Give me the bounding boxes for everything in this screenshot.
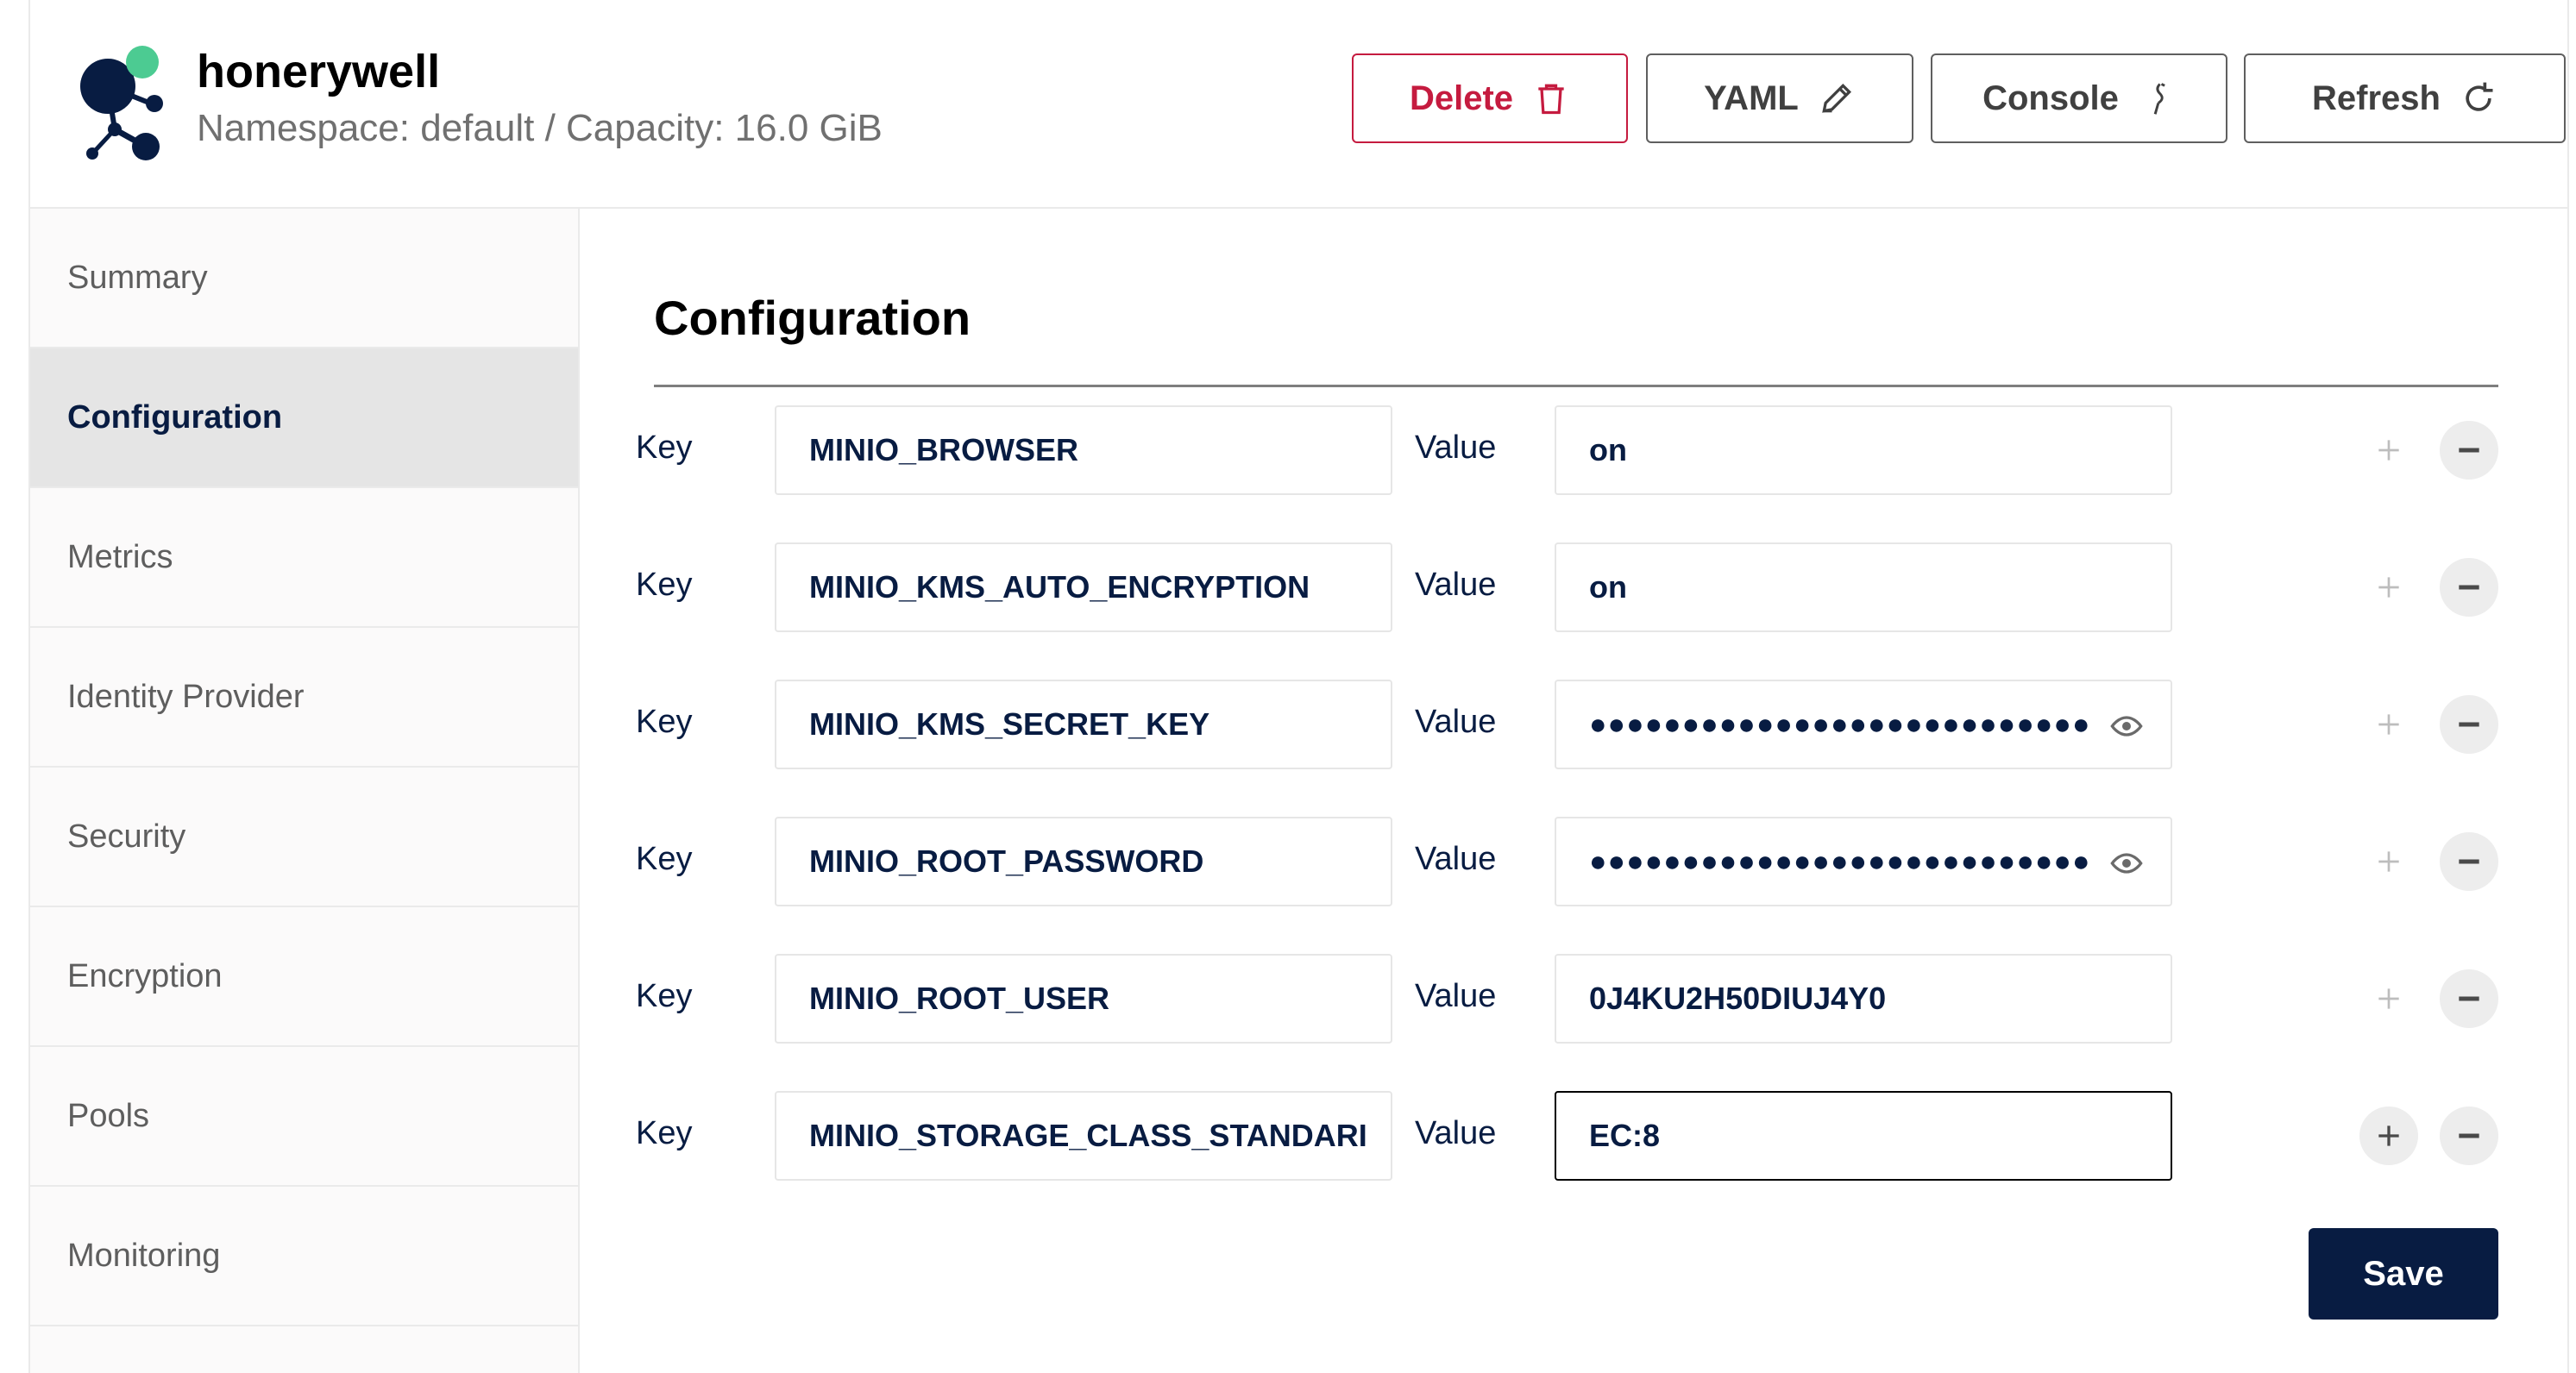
console-icon [2153,83,2165,115]
yaml-button-label: YAML [1704,78,1799,117]
plus-icon [2378,440,2399,461]
console-button-label: Console [1982,78,2119,117]
sidebar-item-monitoring[interactable]: Monitoring [30,1187,578,1326]
eye-icon[interactable] [2108,846,2145,881]
add-row-button[interactable] [2359,558,2418,617]
secret-value-input[interactable]: ●●●●●●●●●●●●●●●●●●●●●●●●●●●●●●●● [1555,817,2172,906]
key-label: Key [636,704,693,740]
tenant-subtitle: Namespace: default / Capacity: 16.0 GiB [197,107,883,149]
delete-button[interactable]: Delete [1352,53,1628,143]
add-row-button[interactable] [2359,421,2418,480]
key-input[interactable]: MINIO_ROOT_USER [775,954,1392,1044]
value-input[interactable]: EC:8 [1555,1091,2172,1181]
value-label: Value [1415,1115,1497,1151]
key-input[interactable]: MINIO_STORAGE_CLASS_STANDARI [775,1091,1392,1181]
minus-icon [2459,722,2479,727]
value-label: Value [1415,841,1497,877]
key-input[interactable]: MINIO_BROWSER [775,405,1392,495]
key-label: Key [636,978,693,1014]
page-header: honerywell Namespace: default / Capacity… [30,0,2567,209]
config-row: Key MINIO_BROWSER Value on [0,405,2576,495]
config-row: Key MINIO_ROOT_PASSWORD Value ●●●●●●●●●●… [0,817,2576,906]
refresh-icon [2466,82,2493,111]
key-label: Key [636,567,693,603]
minus-icon [2459,1133,2479,1138]
minus-icon [2459,996,2479,1001]
plus-icon [2378,1125,2399,1146]
masked-value: ●●●●●●●●●●●●●●●●●●●●●●●●●●●●●●●● [1589,707,2089,741]
remove-row-button[interactable] [2440,1107,2498,1165]
console-button[interactable]: Console [1931,53,2227,143]
plus-icon [2378,851,2399,872]
value-label: Value [1415,429,1497,466]
eye-icon[interactable] [2108,709,2145,743]
tenant-name: honerywell [197,46,441,97]
add-row-button[interactable] [2359,832,2418,891]
plus-icon [2378,988,2399,1009]
remove-row-button[interactable] [2440,558,2498,617]
remove-row-button[interactable] [2440,695,2498,754]
value-label: Value [1415,978,1497,1014]
title-divider [654,385,2498,387]
add-row-button[interactable] [2359,969,2418,1028]
secret-value-input[interactable]: ●●●●●●●●●●●●●●●●●●●●●●●●●●●●●●●● [1555,680,2172,769]
yaml-button[interactable]: YAML [1646,53,1913,143]
value-input[interactable]: 0J4KU2H50DIUJ4Y0 [1555,954,2172,1044]
tenant-logo [80,46,163,160]
key-label: Key [636,841,693,877]
delete-button-label: Delete [1409,78,1514,117]
refresh-button[interactable]: Refresh [2244,53,2566,143]
pencil-icon [1822,83,1851,113]
add-row-button[interactable] [2359,1107,2418,1165]
key-input[interactable]: MINIO_KMS_SECRET_KEY [775,680,1392,769]
value-label: Value [1415,567,1497,603]
key-input[interactable]: MINIO_KMS_AUTO_ENCRYPTION [775,542,1392,632]
value-label: Value [1415,704,1497,740]
key-label: Key [636,1115,693,1151]
page-title: Configuration [654,291,971,345]
minus-icon [2459,448,2479,453]
value-input[interactable]: on [1555,405,2172,495]
plus-icon [2378,577,2399,598]
config-row: Key MINIO_ROOT_USER Value 0J4KU2H50DIUJ4… [0,954,2576,1044]
key-input[interactable]: MINIO_ROOT_PASSWORD [775,817,1392,906]
key-label: Key [636,429,693,466]
value-input[interactable]: on [1555,542,2172,632]
save-button[interactable]: Save [2309,1228,2498,1320]
app-root: honerywell Namespace: default / Capacity… [0,0,2576,1373]
trash-icon [1538,84,1564,115]
plus-icon [2378,714,2399,735]
config-row: Key MINIO_KMS_AUTO_ENCRYPTION Value on [0,542,2576,632]
masked-value: ●●●●●●●●●●●●●●●●●●●●●●●●●●●●●●●● [1589,844,2089,878]
refresh-button-label: Refresh [2312,78,2441,117]
add-row-button[interactable] [2359,695,2418,754]
config-row: Key MINIO_KMS_SECRET_KEY Value ●●●●●●●●●… [0,680,2576,769]
minus-icon [2459,859,2479,864]
config-row: Key MINIO_STORAGE_CLASS_STANDARI Value E… [0,1091,2576,1181]
sidebar-item-summary[interactable]: Summary [30,209,578,348]
tenant-sidebar: Summary Configuration Metrics Identity P… [30,209,580,1373]
remove-row-button[interactable] [2440,832,2498,891]
minus-icon [2459,585,2479,590]
remove-row-button[interactable] [2440,421,2498,480]
remove-row-button[interactable] [2440,969,2498,1028]
